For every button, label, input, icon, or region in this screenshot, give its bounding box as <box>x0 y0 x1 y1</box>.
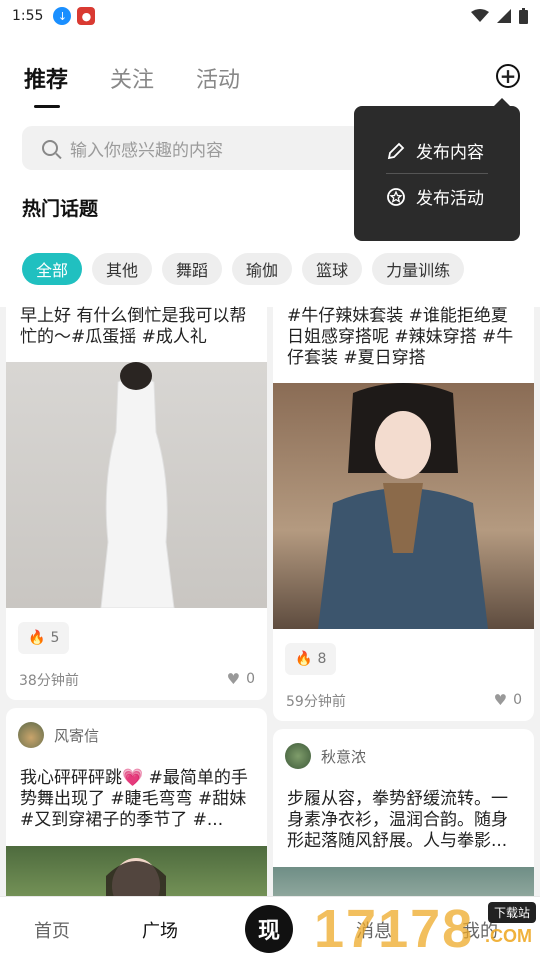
star-badge-icon <box>387 187 405 206</box>
publish-activity-label: 发布活动 <box>416 189 484 209</box>
signal-icon <box>497 9 511 23</box>
status-bar: 1:55 ↓ ● <box>0 0 540 32</box>
like-count: 0 <box>246 671 255 687</box>
like-button[interactable]: ♥ 0 <box>494 691 522 709</box>
heat-count: 8 <box>317 651 327 667</box>
bottom-navigation: 首页 广场 现 消息 我的 <box>0 896 540 960</box>
status-time: 1:55 <box>12 8 44 24</box>
tab-activity[interactable]: 活动 <box>196 62 240 94</box>
flame-icon: 🔥 <box>28 630 46 646</box>
chip-yoga[interactable]: 瑜伽 <box>232 253 293 285</box>
topic-chips: 全部 其他 舞蹈 瑜伽 篮球 力量训练 <box>22 253 465 285</box>
flame-icon: 🔥 <box>295 651 313 667</box>
post-image <box>273 383 534 629</box>
heat-badge: 🔥 8 <box>285 643 337 675</box>
top-tabs: 推荐 关注 活动 <box>24 62 240 108</box>
post-card[interactable]: 风寄信 我心砰砰砰跳💗 #最简单的手势舞出现了 #睫毛弯弯 #甜妹 #又到穿裙子… <box>6 708 267 908</box>
chip-all[interactable]: 全部 <box>22 253 83 285</box>
post-text: 早上好 有什么倒忙是我可以帮忙的～#瓜蛋摇 #成人礼 <box>20 306 247 347</box>
search-placeholder: 输入你感兴趣的内容 <box>70 140 223 161</box>
publish-activity-item[interactable]: 发布活动 <box>386 184 484 209</box>
post-text: 步履从容，拳势舒缓流转。一身素净衣衫，温润合韵。随身形起落随风舒展。人与拳影..… <box>287 789 508 851</box>
battery-icon <box>519 8 528 24</box>
post-image <box>6 362 267 609</box>
post-card[interactable]: 秋意浓 步履从容，拳势舒缓流转。一身素净衣衫，温润合韵。随身形起落随风舒展。人与… <box>273 729 534 909</box>
tab-follow[interactable]: 关注 <box>110 62 154 94</box>
post-time: 38分钟前 <box>19 673 79 689</box>
heat-count: 5 <box>50 630 60 646</box>
nav-home[interactable]: 首页 <box>34 917 70 943</box>
nav-messages[interactable]: 消息 <box>356 917 392 943</box>
chip-strength-training[interactable]: 力量训练 <box>372 253 465 285</box>
add-circle-icon[interactable]: + <box>496 64 520 88</box>
heart-icon: ♥ <box>226 670 241 688</box>
tab-recommend[interactable]: 推荐 <box>24 62 68 108</box>
heart-icon: ♥ <box>493 691 508 709</box>
chip-dance[interactable]: 舞蹈 <box>162 253 223 285</box>
nav-square[interactable]: 广场 <box>142 917 178 943</box>
wifi-icon <box>471 9 489 22</box>
status-right <box>471 8 528 24</box>
publish-popover-menu: 发布内容 发布活动 <box>354 98 520 241</box>
center-logo-button[interactable]: 现 <box>245 905 293 953</box>
search-input[interactable]: 输入你感兴趣的内容 <box>22 126 362 170</box>
chip-other[interactable]: 其他 <box>92 253 153 285</box>
author-name: 秋意浓 <box>321 747 367 766</box>
publish-content-label: 发布内容 <box>416 143 484 163</box>
post-author[interactable]: 风寄信 <box>18 722 99 748</box>
figure-illustration <box>100 362 175 609</box>
figure-illustration <box>318 383 488 629</box>
author-name: 风寄信 <box>54 726 100 745</box>
post-text: 我心砰砰砰跳💗 #最简单的手势舞出现了 #睫毛弯弯 #甜妹 #又到穿裙子的季节了… <box>20 768 248 830</box>
app-notification-icon: ● <box>77 7 96 25</box>
avatar <box>285 743 311 769</box>
pencil-icon <box>387 142 405 159</box>
search-icon <box>42 140 58 156</box>
heat-badge: 🔥 5 <box>18 622 70 654</box>
post-time: 59分钟前 <box>286 694 346 710</box>
nav-mine[interactable]: 我的 <box>462 917 498 943</box>
center-logo-char: 现 <box>257 918 280 944</box>
like-button[interactable]: ♥ 0 <box>227 670 255 688</box>
post-text: #牛仔辣妹套装 #谁能拒绝夏日姐感穿搭呢 #辣妹穿搭 #牛仔套装 #夏日穿搭 <box>287 306 514 368</box>
avatar <box>18 722 44 748</box>
like-count: 0 <box>513 692 522 708</box>
hot-topics-title: 热门话题 <box>22 198 99 220</box>
download-notification-icon: ↓ <box>53 7 72 25</box>
post-card[interactable]: 早上好 有什么倒忙是我可以帮忙的～#瓜蛋摇 #成人礼 🔥 5 38分钟前 ♥ 0 <box>6 296 267 700</box>
chip-basketball[interactable]: 篮球 <box>302 253 363 285</box>
post-card[interactable]: #牛仔辣妹套装 #谁能拒绝夏日姐感穿搭呢 #辣妹穿搭 #牛仔套装 #夏日穿搭 🔥… <box>273 296 534 721</box>
publish-content-item[interactable]: 发布内容 <box>386 138 484 163</box>
post-author[interactable]: 秋意浓 <box>285 743 366 769</box>
popover-divider <box>386 173 488 174</box>
